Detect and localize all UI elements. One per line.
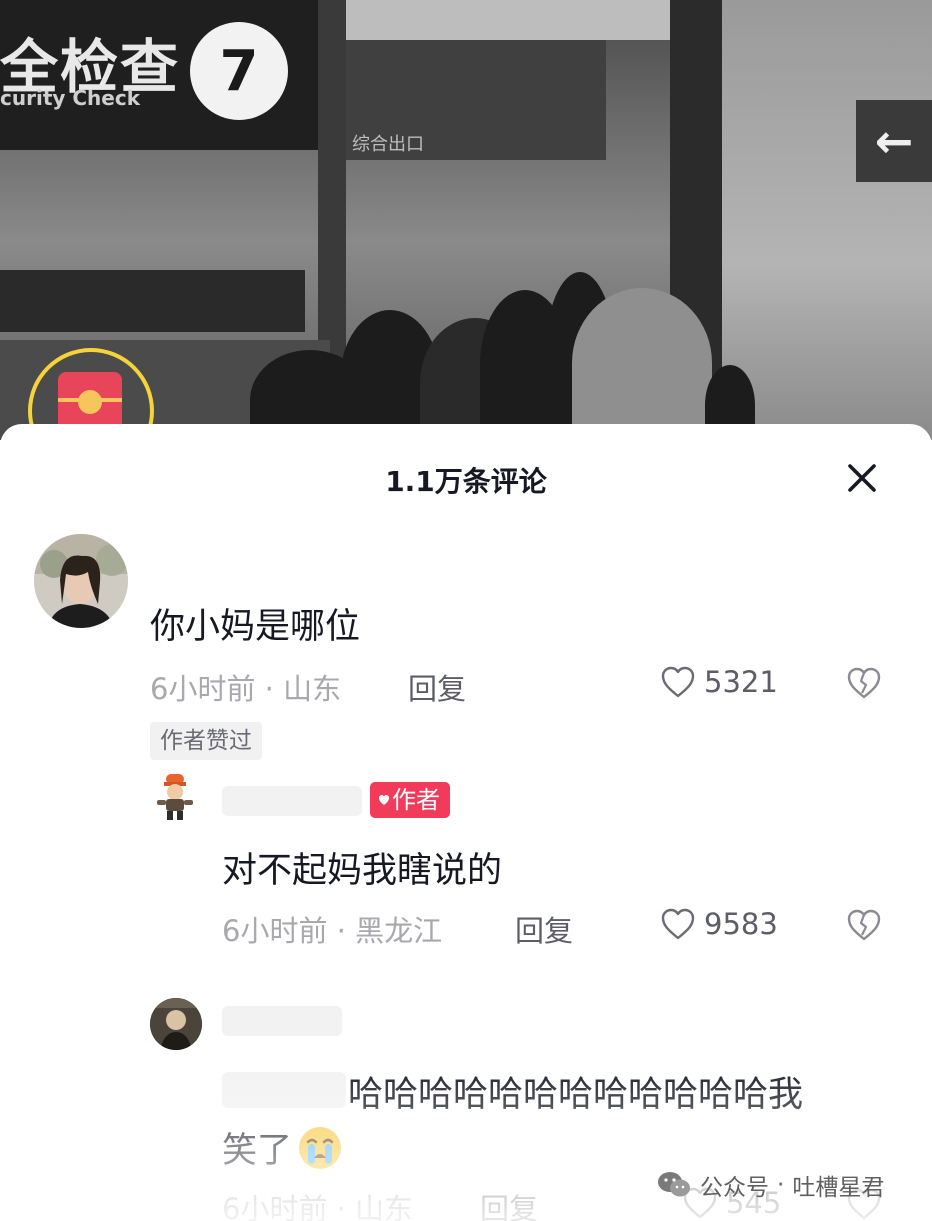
comment-location: 山东: [283, 672, 342, 706]
comment-text-line2: 笑了: [222, 1122, 344, 1173]
mid-sign-text: 综合出口: [352, 134, 424, 155]
watermark-name: 吐槽星君: [792, 1175, 885, 1201]
close-icon: [848, 464, 876, 492]
watermark-separator: ·: [777, 1172, 785, 1198]
comment-meta: 6小时前 · 黑龙江: [222, 908, 442, 950]
broken-heart-icon[interactable]: [846, 665, 882, 701]
avatar[interactable]: [152, 772, 198, 822]
arrow-sign: ←: [856, 100, 932, 182]
video-background[interactable]: 综合出口 全检查 curity Check 7 ←: [0, 0, 932, 440]
crowd-person: [572, 288, 712, 438]
like-count: 9583: [704, 907, 778, 941]
watermark-prefix: 公众号: [700, 1175, 769, 1201]
sign-subtext: curity Check: [0, 86, 141, 110]
author-liked-badge: 作者赞过: [150, 722, 262, 760]
comment-time: 6小时前: [222, 1192, 328, 1221]
comment-count-title: 1.1万条评论: [385, 465, 547, 498]
like-button[interactable]: 9583: [660, 907, 778, 941]
mention-blurred: [222, 1072, 346, 1108]
background-wall: [722, 0, 932, 440]
comment-time: 6小时前: [222, 914, 328, 948]
comment-location: 山东: [355, 1192, 414, 1221]
comment-text: 笑了: [222, 1131, 293, 1171]
meta-separator: ·: [336, 914, 356, 948]
username-blurred: [222, 786, 362, 816]
comment-time: 6小时前: [150, 672, 256, 706]
avatar-image: [157, 774, 193, 820]
counter-sign: [0, 270, 305, 332]
author-tag-label: 作者: [392, 786, 440, 814]
close-button[interactable]: [838, 454, 886, 502]
watermark: 公众号 · 吐槽星君: [656, 1168, 884, 1202]
author-tag: 作者: [370, 782, 450, 818]
like-count: 5321: [704, 665, 778, 699]
avatar[interactable]: [34, 534, 128, 628]
red-packet-coin: [78, 390, 102, 414]
wechat-icon: [658, 1172, 690, 1197]
comment-location: 黑龙江: [355, 914, 443, 948]
comment-text: 你小妈是哪位: [150, 607, 361, 647]
heart-icon: [661, 908, 695, 940]
heart-icon: [661, 666, 695, 698]
avatar[interactable]: [150, 998, 202, 1050]
reply-button[interactable]: 回复: [408, 666, 466, 708]
avatar-image: [150, 998, 202, 1050]
crying-emoji-icon: [299, 1126, 342, 1169]
reply-button[interactable]: 回复: [515, 908, 573, 950]
heart-badge-icon: [379, 795, 389, 805]
comment-text: 哈哈哈哈哈哈哈哈哈哈哈哈我: [348, 1075, 804, 1115]
meta-separator: ·: [336, 1192, 356, 1221]
broken-heart-icon[interactable]: [846, 907, 882, 943]
reply-button[interactable]: 回复: [480, 1186, 538, 1221]
security-check-sign: 全检查 curity Check 7: [0, 0, 330, 150]
comment-meta: 6小时前 · 山东: [222, 1186, 413, 1221]
meta-separator: ·: [264, 672, 284, 706]
like-button[interactable]: 5321: [660, 665, 778, 699]
username-blurred: [222, 1006, 342, 1036]
sign-number: 7: [190, 22, 288, 120]
avatar-image: [34, 534, 128, 628]
comment-meta: 6小时前 · 山东: [150, 666, 341, 708]
comment-text: 对不起妈我瞎说的: [222, 851, 503, 891]
